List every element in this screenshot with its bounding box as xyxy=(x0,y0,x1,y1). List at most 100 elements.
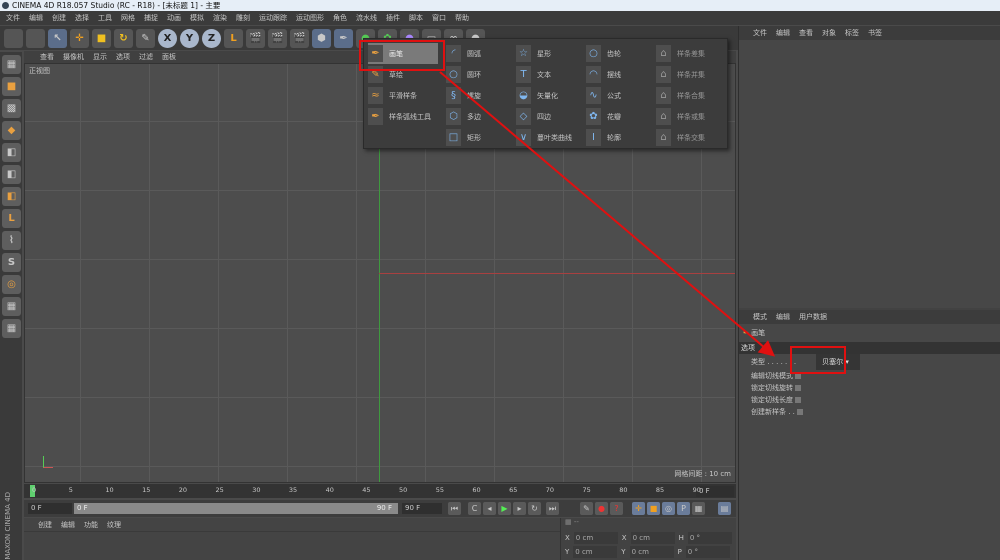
viewport-menu-item[interactable]: 摄像机 xyxy=(63,51,84,63)
popup-item[interactable]: ◠ 摆线 xyxy=(586,64,656,85)
key-scale-icon[interactable]: ■ xyxy=(647,502,660,515)
popup-item[interactable]: ⌂ 样条并集 xyxy=(656,64,726,85)
popup-item[interactable]: § 螺旋 xyxy=(446,85,516,106)
popup-item[interactable]: ⌂ 样条合集 xyxy=(656,85,726,106)
z-axis-toggle[interactable]: Z xyxy=(202,29,221,48)
viewport-menu-item[interactable]: 显示 xyxy=(93,51,107,63)
popup-item[interactable]: ⌂ 样条交集 xyxy=(656,127,726,148)
option-checkbox[interactable] xyxy=(796,409,803,415)
menu-item[interactable]: 选择 xyxy=(75,11,89,25)
key-parameter-icon[interactable]: P xyxy=(677,502,690,515)
coord-value-field[interactable]: 0 cm xyxy=(630,532,675,544)
popup-item[interactable]: ⌂ 样条或集 xyxy=(656,106,726,127)
model-mode-icon[interactable]: ■ xyxy=(2,77,21,96)
menu-item[interactable]: 渲染 xyxy=(213,11,227,25)
key-pla-icon[interactable]: ▦ xyxy=(692,502,705,515)
edges-mode-icon[interactable]: ◧ xyxy=(2,165,21,184)
texture-mode-icon[interactable]: ▩ xyxy=(2,99,21,118)
timeline-window-icon[interactable]: ▤ xyxy=(718,502,731,515)
popup-item[interactable]: ∿ 公式 xyxy=(586,85,656,106)
render-view-icon[interactable]: 🎬 xyxy=(246,29,265,48)
menu-item[interactable]: 编辑 xyxy=(29,11,43,25)
object-manager-menu-item[interactable]: 文件 xyxy=(753,26,767,40)
menu-item[interactable]: 运动跟踪 xyxy=(259,11,287,25)
x-axis-toggle[interactable]: X xyxy=(158,29,177,48)
object-manager-menu-item[interactable]: 对象 xyxy=(822,26,836,40)
next-key-icon[interactable]: ↻ xyxy=(528,502,541,515)
popup-item[interactable]: ☆ 星形 xyxy=(516,43,586,64)
goto-end-icon[interactable]: ⏭ xyxy=(546,502,559,515)
undo-button[interactable] xyxy=(4,29,23,48)
rotate-tool-icon[interactable]: ↻ xyxy=(114,29,133,48)
menu-item[interactable]: 脚本 xyxy=(409,11,423,25)
attribute-menu-item[interactable]: 模式 xyxy=(753,310,767,324)
popup-item[interactable]: ⌂ 样条差集 xyxy=(656,43,726,64)
menu-item[interactable]: 捕捉 xyxy=(144,11,158,25)
select-tool-icon[interactable]: ↖ xyxy=(48,29,67,48)
option-checkbox[interactable] xyxy=(795,397,801,403)
object-manager-menu-item[interactable]: 编辑 xyxy=(776,26,790,40)
attribute-menu-item[interactable]: 用户数据 xyxy=(799,310,827,324)
cube-icon[interactable]: ⬢ xyxy=(312,29,331,48)
redo-button[interactable] xyxy=(26,29,45,48)
prev-key-icon[interactable]: C xyxy=(468,502,481,515)
workplane-icon[interactable]: ◆ xyxy=(2,121,21,140)
make-editable-icon[interactable]: ▦ xyxy=(2,55,21,74)
magnet-icon[interactable]: ◎ xyxy=(2,275,21,294)
grid-icon[interactable]: ▦ xyxy=(2,319,21,338)
coordinate-system-icon[interactable]: L xyxy=(224,29,243,48)
material-menu-item[interactable]: 创建 xyxy=(38,518,52,531)
popup-item[interactable]: ○ 圆环 xyxy=(446,64,516,85)
viewport-menu-item[interactable]: 查看 xyxy=(40,51,54,63)
popup-item[interactable]: ◒ 矢量化 xyxy=(516,85,586,106)
popup-item[interactable]: ✒ 样条弧线工具 xyxy=(368,106,438,127)
viewport-menu-item[interactable]: 面板 xyxy=(162,51,176,63)
autokey-icon[interactable]: ? xyxy=(610,502,623,515)
render-settings-icon[interactable]: 🎬 xyxy=(290,29,309,48)
viewport-menu-item[interactable]: 过滤 xyxy=(139,51,153,63)
record-icon[interactable]: ● xyxy=(595,502,608,515)
material-menu-item[interactable]: 功能 xyxy=(84,518,98,531)
menu-item[interactable]: 创建 xyxy=(52,11,66,25)
coord-value-field[interactable]: 0 cm xyxy=(629,546,674,558)
menu-item[interactable]: 文件 xyxy=(6,11,20,25)
recent-tool-icon[interactable]: ✎ xyxy=(136,29,155,48)
popup-item[interactable]: ∨ 蔓叶类曲线 xyxy=(516,127,586,148)
popup-item[interactable]: ✿ 花瓣 xyxy=(586,106,656,127)
end-frame-field[interactable]: 90 F xyxy=(402,503,442,514)
keyframe-selection-icon[interactable]: ✎ xyxy=(580,502,593,515)
workplane-lock-icon[interactable]: ▦ xyxy=(2,297,21,316)
popup-item[interactable]: □ 矩形 xyxy=(446,127,516,148)
y-axis-toggle[interactable]: Y xyxy=(180,29,199,48)
start-frame-field[interactable]: 0 F xyxy=(28,503,72,514)
menu-item[interactable]: 动画 xyxy=(167,11,181,25)
menu-item[interactable]: 工具 xyxy=(98,11,112,25)
timeline-ruler[interactable]: 0 F 0 5 10 15 20 25 30 35 40 45 50 55 60 65 70 75 80 85 90 xyxy=(24,484,736,498)
current-frame-field[interactable]: 0 F xyxy=(696,486,734,497)
tweak-icon[interactable]: ⌇ xyxy=(2,231,21,250)
coord-value-field[interactable]: 0 ° xyxy=(687,532,732,544)
popup-item[interactable]: ◜ 圆弧 xyxy=(446,43,516,64)
object-manager-menu-item[interactable]: 标签 xyxy=(845,26,859,40)
viewport-menu-item[interactable]: 选项 xyxy=(116,51,130,63)
axis-mode-icon[interactable]: L xyxy=(2,209,21,228)
popup-item[interactable]: ⬡ 多边 xyxy=(446,106,516,127)
object-manager-menu-item[interactable]: 书签 xyxy=(868,26,882,40)
options-tab[interactable]: 选项 xyxy=(739,342,1000,354)
menu-item[interactable]: 模拟 xyxy=(190,11,204,25)
material-menu-item[interactable]: 纹理 xyxy=(107,518,121,531)
popup-item[interactable]: I 轮廓 xyxy=(586,127,656,148)
menu-item[interactable]: 窗口 xyxy=(432,11,446,25)
render-picture-viewer-icon[interactable]: 🎬 xyxy=(268,29,287,48)
material-menu-item[interactable]: 编辑 xyxy=(61,518,75,531)
key-position-icon[interactable]: ✛ xyxy=(632,502,645,515)
menu-item[interactable]: 帮助 xyxy=(455,11,469,25)
menu-item[interactable]: 流水线 xyxy=(356,11,377,25)
coord-value-field[interactable]: 0 cm xyxy=(573,532,618,544)
menu-item[interactable]: 插件 xyxy=(386,11,400,25)
coord-value-field[interactable]: 0 cm xyxy=(573,546,618,558)
menu-item[interactable]: 网格 xyxy=(121,11,135,25)
next-frame-icon[interactable]: ▸ xyxy=(513,502,526,515)
object-manager-menu-item[interactable]: 查看 xyxy=(799,26,813,40)
menu-item[interactable]: 运动图形 xyxy=(296,11,324,25)
